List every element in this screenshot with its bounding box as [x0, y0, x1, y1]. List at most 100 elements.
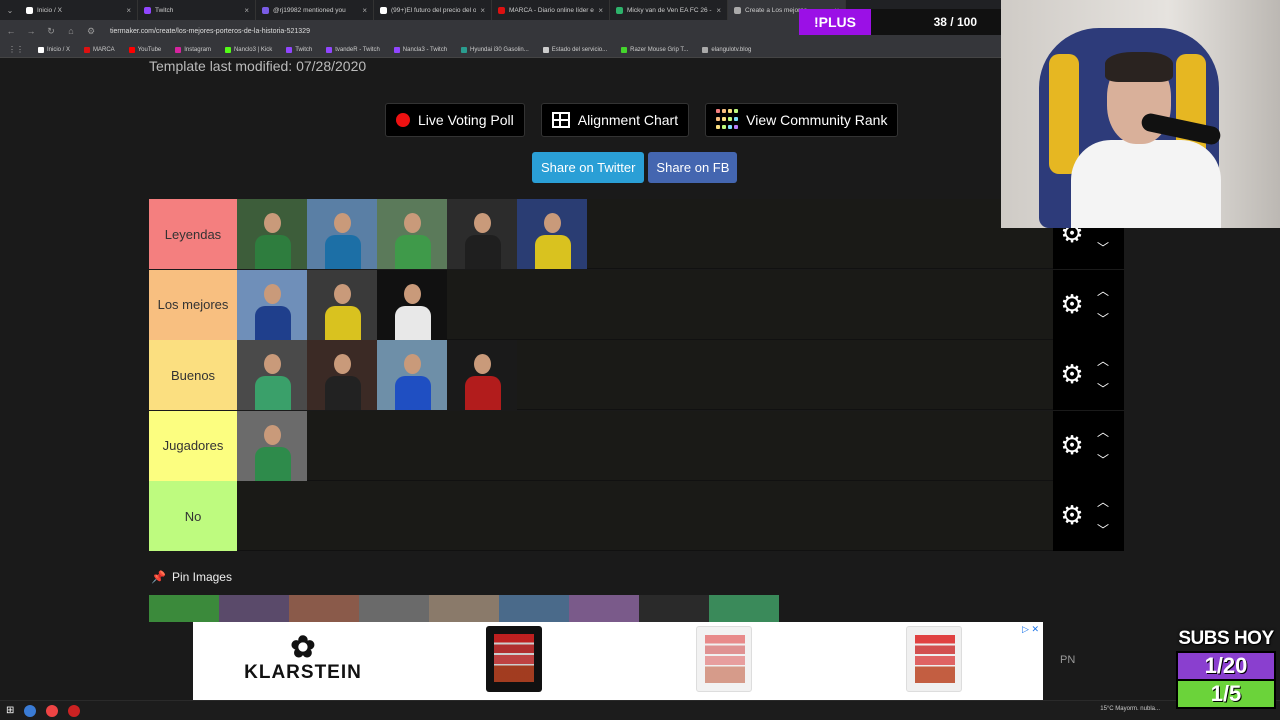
apps-icon[interactable]: ⋮⋮ [8, 45, 24, 54]
bookmark-item[interactable]: Instagram [175, 46, 211, 53]
pool-goalkeeper-image[interactable] [429, 595, 499, 622]
taskbar-chrome-icon[interactable] [46, 704, 59, 717]
goalkeeper-image[interactable] [307, 269, 377, 340]
bookmark-item[interactable]: Nanclo3 | Kick [224, 46, 272, 53]
goalkeeper-image[interactable] [237, 269, 307, 340]
live-voting-poll-button[interactable]: Live Voting Poll [385, 103, 525, 137]
tier-label[interactable]: No [149, 481, 237, 551]
browser-tab[interactable]: MARCA - Diario online líder en × [492, 0, 610, 20]
tier-drop-zone[interactable] [237, 481, 1053, 551]
tier-drop-zone[interactable] [237, 269, 1053, 340]
goalkeeper-image[interactable] [237, 199, 307, 269]
tab-favicon-icon [380, 6, 387, 14]
tab-search-icon[interactable]: ⌄ [0, 6, 20, 15]
tab-close-icon[interactable]: × [480, 6, 485, 15]
goalkeeper-image[interactable] [447, 199, 517, 269]
browser-tab[interactable]: Micky van de Ven EA FC 26 - E × [610, 0, 728, 20]
chevron-down-icon[interactable]: ﹀ [1097, 380, 1109, 397]
bookmark-item[interactable]: Razer Mouse Grip T... [621, 46, 688, 53]
tab-close-icon[interactable]: × [716, 6, 721, 15]
goalkeeper-image[interactable] [377, 340, 447, 410]
url-field[interactable]: tiermaker.com/create/los-mejores-portero… [110, 28, 310, 35]
bookmark-item[interactable]: Estado del servicio... [542, 46, 608, 53]
bookmark-item[interactable]: Nancla3 - Twitch [393, 46, 447, 53]
bookmark-item[interactable]: Hyundai i30 Gasolin... [461, 46, 529, 53]
tier-label[interactable]: Buenos [149, 340, 237, 410]
forward-icon[interactable]: → [26, 26, 36, 36]
site-info-icon[interactable]: ⚙ [86, 26, 96, 37]
browser-tab[interactable]: Twitch × [138, 0, 256, 20]
gear-icon[interactable]: ⚙ [1060, 361, 1084, 387]
ad-brand: ✿ KLARSTEIN [243, 633, 363, 684]
browser-tab[interactable]: @rj19982 mentioned you × [256, 0, 374, 20]
bookmark-label: Inicio / X [47, 46, 71, 53]
browser-tab[interactable]: Inicio / X × [20, 0, 138, 20]
taskbar-obs-icon[interactable] [68, 704, 81, 717]
chevron-up-icon[interactable]: ︿ [1097, 493, 1109, 510]
windows-start-icon[interactable]: ⊞ [6, 705, 14, 716]
goalkeeper-image[interactable] [307, 199, 377, 269]
tab-close-icon[interactable]: × [244, 6, 249, 15]
goalkeeper-image[interactable] [447, 340, 517, 410]
bookmark-label: Estado del servicio... [551, 46, 608, 53]
tab-title: (99+)El futuro del precio del or [391, 6, 477, 14]
community-rank-button[interactable]: View Community Rank [705, 103, 899, 137]
tier-drop-zone[interactable] [237, 340, 1053, 410]
taskbar-app-icon[interactable] [24, 704, 37, 717]
tier-label[interactable]: Jugadores [149, 410, 237, 481]
chevron-down-icon[interactable]: ﹀ [1097, 239, 1109, 256]
tab-close-icon[interactable]: × [362, 6, 367, 15]
tier-drop-zone[interactable] [237, 410, 1053, 481]
browser-tab[interactable]: (99+)El futuro del precio del or × [374, 0, 492, 20]
weather-widget[interactable]: 15°C Mayorm. nubla... [1100, 706, 1160, 712]
bookmark-item[interactable]: Twitch [286, 46, 312, 53]
reload-icon[interactable]: ↻ [46, 26, 56, 37]
record-dot-icon [396, 113, 410, 127]
bookmark-item[interactable]: MARCA [84, 46, 115, 53]
goalkeeper-image[interactable] [377, 199, 447, 269]
community-rank-label: View Community Rank [746, 112, 888, 128]
alignment-chart-button[interactable]: Alignment Chart [540, 103, 690, 137]
home-icon[interactable]: ⌂ [66, 26, 76, 36]
bookmark-item[interactable]: YouTube [128, 46, 161, 53]
chevron-up-icon[interactable]: ︿ [1097, 423, 1109, 440]
tier-label[interactable]: Leyendas [149, 199, 237, 269]
gear-icon[interactable]: ⚙ [1060, 432, 1084, 458]
pool-goalkeeper-image[interactable] [359, 595, 429, 622]
goalkeeper-image[interactable] [237, 340, 307, 410]
gear-icon[interactable]: ⚙ [1060, 502, 1084, 528]
bookmark-item[interactable]: Inicio / X [38, 46, 71, 53]
pool-goalkeeper-image[interactable] [219, 595, 289, 622]
pool-goalkeeper-image[interactable] [639, 595, 709, 622]
tab-close-icon[interactable]: × [126, 6, 131, 15]
pool-goalkeeper-image[interactable] [499, 595, 569, 622]
ad-banner[interactable]: ✿ KLARSTEIN ▷ ✕ [193, 622, 1043, 700]
chevron-down-icon[interactable]: ﹀ [1097, 451, 1109, 468]
chevron-down-icon[interactable]: ﹀ [1097, 521, 1109, 538]
goalkeeper-image[interactable] [377, 269, 447, 340]
pool-goalkeeper-image[interactable] [709, 595, 779, 622]
goalkeeper-image[interactable] [307, 340, 377, 410]
goalkeeper-image[interactable] [237, 410, 307, 481]
chevron-up-icon[interactable]: ︿ [1097, 282, 1109, 299]
chevron-up-icon[interactable]: ︿ [1097, 352, 1109, 369]
tier-drop-zone[interactable] [237, 199, 1053, 269]
pool-goalkeeper-image[interactable] [289, 595, 359, 622]
tab-close-icon[interactable]: × [598, 6, 603, 15]
gear-icon[interactable]: ⚙ [1060, 291, 1084, 317]
chevron-down-icon[interactable]: ﹀ [1097, 310, 1109, 327]
pool-goalkeeper-image[interactable] [569, 595, 639, 622]
stream-screen: ⌄ Inicio / X × Twitch × @rj19982 mentioned y… [0, 0, 1280, 720]
ad-choices-close-icon[interactable]: ▷ ✕ [1022, 624, 1039, 635]
pool-goalkeeper-image[interactable] [149, 595, 219, 622]
goalkeeper-image[interactable] [517, 199, 587, 269]
share-fb-button[interactable]: Share on FB [648, 152, 738, 183]
bookmark-item[interactable]: elangulotv.blog [702, 46, 751, 53]
tier-row: Los mejores ⚙ ︿ ﹀ [149, 269, 1124, 340]
share-twitter-button[interactable]: Share on Twitter [532, 152, 645, 183]
bookmark-item[interactable]: tvandeR - Twitch [326, 46, 380, 53]
bookmark-favicon-icon [38, 46, 44, 53]
tier-label[interactable]: Los mejores [149, 269, 237, 340]
pin-images-toggle[interactable]: 📌 Pin Images [151, 570, 232, 584]
back-icon[interactable]: ← [6, 26, 16, 36]
